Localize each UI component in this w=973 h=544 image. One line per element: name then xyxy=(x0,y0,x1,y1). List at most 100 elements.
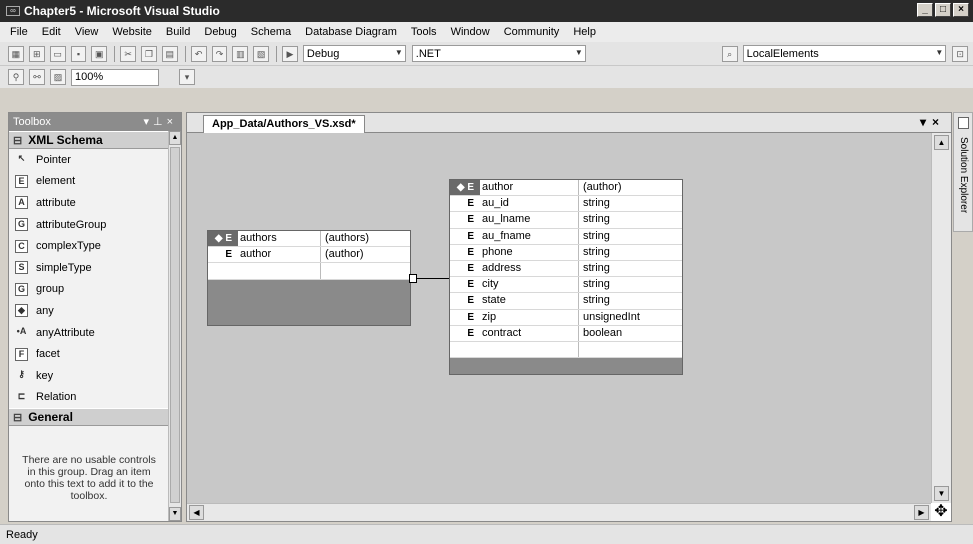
toolbox-item-key[interactable]: ⚷ key xyxy=(9,365,169,387)
row-type[interactable]: string xyxy=(579,245,682,260)
menu-website[interactable]: Website xyxy=(112,26,152,38)
row-name[interactable]: phone xyxy=(480,244,579,260)
menu-edit[interactable]: Edit xyxy=(42,26,61,38)
table-row[interactable]: E au_lname string xyxy=(450,212,682,229)
toolbox-item-element[interactable]: E element xyxy=(9,171,169,193)
copy-icon[interactable]: ❐ xyxy=(141,45,157,62)
menu-debug[interactable]: Debug xyxy=(204,26,236,38)
table-row-blank[interactable] xyxy=(450,341,682,359)
table-row[interactable]: E phone string xyxy=(450,244,682,261)
navigate-icon[interactable]: ▥ xyxy=(232,45,249,62)
platform-combo[interactable]: .NET ▼ xyxy=(411,45,586,62)
solution-explorer-tab[interactable]: Solution Explorer xyxy=(953,112,973,232)
new-project-icon[interactable]: ▦ xyxy=(8,45,24,62)
element-type[interactable]: (author) xyxy=(579,180,682,196)
undo-icon[interactable]: ↶ xyxy=(190,45,207,62)
element-header-row[interactable]: ◆ E authors (authors) xyxy=(208,231,410,248)
table-row-blank[interactable] xyxy=(208,263,410,280)
row-name[interactable]: contract xyxy=(480,325,579,341)
toolbox-item-pointer[interactable]: ↖ Pointer xyxy=(9,149,169,171)
minimize-button[interactable]: _ xyxy=(917,3,933,17)
menu-window[interactable]: Window xyxy=(451,26,490,38)
open-file-icon[interactable]: ▭ xyxy=(49,45,66,62)
zoom-in-icon[interactable]: ⚲ xyxy=(8,69,24,85)
row-name[interactable]: author xyxy=(238,247,321,263)
row-name[interactable]: address xyxy=(480,260,579,277)
find-combo[interactable]: LocalElements ▼ xyxy=(742,45,947,62)
toolbox-group-xml-schema[interactable]: ⊟ XML Schema xyxy=(9,131,169,149)
menu-view[interactable]: View xyxy=(75,26,99,38)
toolbox-window-controls[interactable]: ▾⊥× xyxy=(143,115,177,128)
toolbar-options-icon[interactable]: ▾ xyxy=(179,69,195,85)
row-type[interactable]: string xyxy=(579,212,682,227)
zoom-combo[interactable]: 100% xyxy=(71,68,159,86)
canvas-vertical-scrollbar[interactable]: ▲ ▼ xyxy=(931,133,951,503)
row-type[interactable]: string xyxy=(579,196,682,211)
table-row[interactable]: E state string xyxy=(450,293,682,310)
toolbox-group-general[interactable]: ⊟ General xyxy=(9,408,169,427)
toolbox-item-facet[interactable]: F facet xyxy=(9,343,169,365)
row-type[interactable]: (author) xyxy=(321,247,410,262)
element-name[interactable]: authors xyxy=(238,231,321,247)
scroll-thumb[interactable] xyxy=(170,147,180,503)
row-name[interactable]: au_fname xyxy=(480,228,579,244)
save-all-icon[interactable]: ▣ xyxy=(91,45,108,62)
find-icon[interactable]: ▧ xyxy=(253,45,270,62)
table-row[interactable]: E zip unsignedInt xyxy=(450,309,682,326)
maximize-button[interactable]: □ xyxy=(935,3,951,17)
row-type[interactable]: string xyxy=(579,293,682,308)
table-row[interactable]: E address string xyxy=(450,260,682,278)
toolbox-item-complex-type[interactable]: C complexType xyxy=(9,235,169,257)
start-debugging-icon[interactable]: ▶ xyxy=(282,45,298,62)
cut-icon[interactable]: ✂ xyxy=(120,45,137,62)
tab-authors-xsd[interactable]: App_Data/Authors_VS.xsd* xyxy=(203,115,365,133)
save-icon[interactable]: ▪ xyxy=(70,45,87,62)
pan-icon[interactable]: ✥ xyxy=(931,503,951,521)
find-in-files-icon[interactable]: ⌕ xyxy=(721,45,738,62)
blank-type-cell[interactable] xyxy=(321,263,410,278)
zoom-out-icon[interactable]: ⚯ xyxy=(29,69,45,85)
toolbox-item-any[interactable]: ◆ any xyxy=(9,300,169,322)
blank-name-cell[interactable] xyxy=(480,341,579,358)
table-row[interactable]: E city string xyxy=(450,277,682,294)
paste-icon[interactable]: ▤ xyxy=(161,45,178,62)
table-row[interactable]: E au_id string xyxy=(450,196,682,213)
solution-configuration-combo[interactable]: Debug ▼ xyxy=(302,45,406,62)
menu-file[interactable]: File xyxy=(10,26,28,38)
table-row[interactable]: E contract boolean xyxy=(450,325,682,342)
blank-type-cell[interactable] xyxy=(579,342,682,357)
document-window-controls[interactable]: ▾× xyxy=(920,115,945,129)
scroll-left-icon[interactable]: ◀ xyxy=(189,505,204,520)
scroll-up-icon[interactable]: ▲ xyxy=(934,135,949,150)
scroll-right-icon[interactable]: ▶ xyxy=(914,505,929,520)
table-row[interactable]: E author (author) xyxy=(208,247,410,264)
schema-element-authors[interactable]: ◆ E authors (authors) E author (author) xyxy=(207,230,411,326)
close-button[interactable]: × xyxy=(953,3,969,17)
schema-design-canvas[interactable]: ◆ E authors (authors) E author (author) … xyxy=(187,133,931,503)
row-name[interactable]: au_lname xyxy=(480,212,579,228)
toolbox-item-relation[interactable]: ⊏ Relation xyxy=(9,387,169,409)
row-type[interactable]: boolean xyxy=(579,326,682,341)
toolbox-item-any-attribute[interactable]: •A anyAttribute xyxy=(9,322,169,344)
row-name[interactable]: city xyxy=(480,277,579,293)
menu-schema[interactable]: Schema xyxy=(251,26,291,38)
schema-element-author[interactable]: ◆ E author (author) E au_id string E au_… xyxy=(449,179,683,375)
zoom-to-fit-icon[interactable]: ▨ xyxy=(50,69,66,85)
redo-icon[interactable]: ↷ xyxy=(211,45,228,62)
toolbox-item-simple-type[interactable]: S simpleType xyxy=(9,257,169,279)
canvas-horizontal-scrollbar[interactable]: ◀ ▶ xyxy=(187,503,931,521)
blank-name-cell[interactable] xyxy=(238,263,321,279)
toolbox-item-attribute-group[interactable]: G attributeGroup xyxy=(9,214,169,236)
row-name[interactable]: au_id xyxy=(480,196,579,212)
element-header-row[interactable]: ◆ E author (author) xyxy=(450,180,682,197)
element-type[interactable]: (authors) xyxy=(321,231,410,247)
row-type[interactable]: string xyxy=(579,229,682,244)
row-type[interactable]: unsignedInt xyxy=(579,310,682,325)
menu-database-diagram[interactable]: Database Diagram xyxy=(305,26,397,38)
solution-explorer-icon[interactable]: ⊡ xyxy=(952,45,969,62)
table-row[interactable]: E au_fname string xyxy=(450,228,682,245)
menu-community[interactable]: Community xyxy=(504,26,560,38)
toolbox-item-group[interactable]: G group xyxy=(9,279,169,301)
scroll-down-icon[interactable]: ▼ xyxy=(934,486,949,501)
menu-build[interactable]: Build xyxy=(166,26,190,38)
